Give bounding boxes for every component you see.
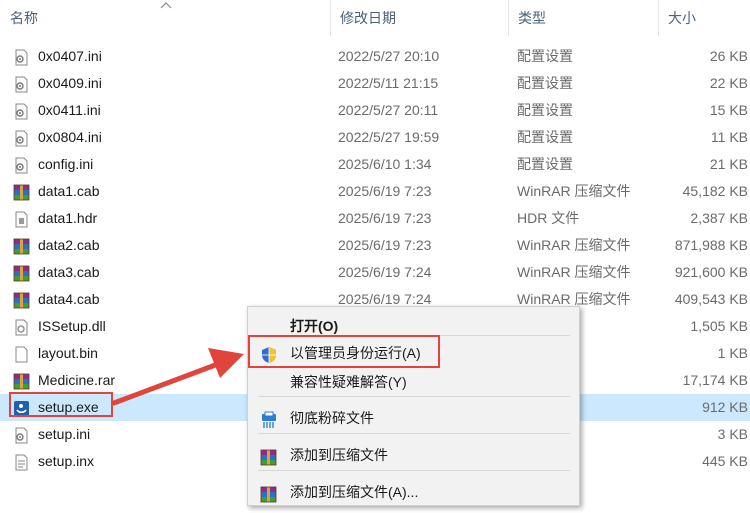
file-size: 17,174 KB <box>682 372 748 388</box>
file-row[interactable]: data3.cab 2025/6/19 7:24 WinRAR 压缩文件 921,60… <box>0 259 750 286</box>
winrar-archive-icon <box>13 372 30 390</box>
file-name: 0x0411.ini <box>38 102 101 118</box>
file-name: data1.hdr <box>38 210 98 226</box>
file-size: 1 KB <box>717 345 748 361</box>
file-name: layout.bin <box>38 345 98 361</box>
menu-item[interactable]: 兼容性疑难解答(Y) <box>248 367 579 397</box>
winrar-archive-icon <box>13 183 30 201</box>
column-header-type[interactable]: 类型 <box>508 0 658 36</box>
file-type: 配置设置 <box>517 48 573 64</box>
menu-item-label: 彻底粉碎文件 <box>290 410 374 426</box>
file-size: 21 KB <box>709 156 748 172</box>
config-file-icon <box>13 75 30 93</box>
file-name: 0x0409.ini <box>38 75 102 91</box>
menu-separator <box>258 470 570 471</box>
file-date: 2025/6/19 7:24 <box>338 264 432 280</box>
file-type: HDR 文件 <box>517 210 580 226</box>
file-size: 871,988 KB <box>674 237 748 253</box>
file-size: 26 KB <box>709 48 748 64</box>
file-size: 15 KB <box>709 102 748 118</box>
file-date: 2022/5/27 19:59 <box>338 129 440 145</box>
file-name: data4.cab <box>38 291 100 307</box>
file-type: 配置设置 <box>517 75 573 91</box>
file-type: WinRAR 压缩文件 <box>517 264 631 280</box>
generic-file-icon <box>13 210 30 228</box>
file-date: 2022/5/11 21:15 <box>338 75 439 91</box>
column-header-date[interactable]: 修改日期 <box>330 0 508 36</box>
file-row[interactable]: data2.cab 2025/6/19 7:23 WinRAR 压缩文件 871,98… <box>0 232 750 259</box>
column-header: 名称 修改日期 类型 大小 <box>0 0 750 36</box>
menu-item-label: 添加到压缩文件 <box>290 447 388 463</box>
winrar-archive-icon <box>260 446 278 466</box>
file-date: 2025/6/19 7:23 <box>338 237 432 253</box>
file-type: 配置设置 <box>517 156 573 172</box>
menu-item-label: 兼容性疑难解答(Y) <box>290 374 407 390</box>
config-file-icon <box>13 426 30 444</box>
file-name: 0x0804.ini <box>38 129 102 145</box>
winrar-archive-icon <box>13 264 30 282</box>
file-type: WinRAR 压缩文件 <box>517 183 631 199</box>
file-name: setup.ini <box>38 426 91 442</box>
file-name: data2.cab <box>38 237 100 253</box>
column-name-label: 名称 <box>10 10 38 26</box>
file-row[interactable]: data1.cab 2025/6/19 7:23 WinRAR 压缩文件 45,182… <box>0 178 750 205</box>
config-file-icon <box>13 156 30 174</box>
file-type: WinRAR 压缩文件 <box>517 237 631 253</box>
file-name: config.ini <box>38 156 94 172</box>
dll-file-icon <box>13 318 30 336</box>
file-size: 409,543 KB <box>674 291 748 307</box>
menu-item-label: 添加到压缩文件(A)... <box>290 484 419 500</box>
blank-file-icon <box>13 345 30 363</box>
file-date: 2022/5/27 20:11 <box>338 102 439 118</box>
file-name: 0x0407.ini <box>38 48 102 64</box>
file-row[interactable]: data1.hdr 2025/6/19 7:23 HDR 文件 2,387 KB <box>0 205 750 232</box>
file-size: 2,387 KB <box>690 210 748 226</box>
menu-item[interactable]: 彻底粉碎文件 <box>248 403 579 433</box>
file-name: data1.cab <box>38 183 100 199</box>
config-file-icon <box>13 102 30 120</box>
winrar-archive-icon <box>13 291 30 309</box>
file-row[interactable]: 0x0411.ini 2022/5/27 20:11 配置设置 15 KB <box>0 97 750 124</box>
file-name: Medicine.rar <box>38 372 116 388</box>
shredder-icon <box>260 409 278 428</box>
file-row[interactable]: config.ini 2025/6/10 1:34 配置设置 21 KB <box>0 151 750 178</box>
config-file-icon <box>13 129 30 147</box>
config-file-icon <box>13 48 30 66</box>
file-size: 3 KB <box>717 426 748 442</box>
file-row[interactable]: 0x0409.ini 2022/5/11 21:15 配置设置 22 KB <box>0 70 750 97</box>
file-type: 配置设置 <box>517 129 573 145</box>
file-row[interactable]: 0x0804.ini 2022/5/27 19:59 配置设置 11 KB <box>0 124 750 151</box>
file-size: 445 KB <box>702 453 748 469</box>
file-size: 22 KB <box>709 75 748 91</box>
file-row[interactable]: 0x0407.ini 2022/5/27 20:10 配置设置 26 KB <box>0 43 750 70</box>
file-name: data3.cab <box>38 264 100 280</box>
file-size: 912 KB <box>702 399 748 415</box>
column-type-label: 类型 <box>518 10 546 26</box>
file-date: 2025/6/19 7:23 <box>338 210 432 226</box>
file-size: 1,505 KB <box>690 318 748 334</box>
winrar-archive-icon <box>13 237 30 255</box>
menu-separator <box>258 433 570 434</box>
file-date: 2025/6/19 7:23 <box>338 183 432 199</box>
annotation-highlight-box <box>9 392 113 417</box>
file-size: 11 KB <box>710 129 748 145</box>
text-file-icon <box>13 453 30 471</box>
file-size: 921,600 KB <box>674 264 748 280</box>
file-type: 配置设置 <box>517 102 573 118</box>
file-size: 45,182 KB <box>682 183 748 199</box>
column-header-size[interactable]: 大小 <box>658 0 750 36</box>
menu-item[interactable]: 添加到压缩文件(A)... <box>248 477 579 507</box>
file-name: ISSetup.dll <box>38 318 106 334</box>
winrar-archive-icon <box>260 483 278 503</box>
file-date: 2025/6/10 1:34 <box>338 156 432 172</box>
column-size-label: 大小 <box>668 10 696 26</box>
menu-item[interactable]: 添加到压缩文件 <box>248 440 579 470</box>
file-date: 2022/5/27 20:10 <box>338 48 440 64</box>
column-date-label: 修改日期 <box>340 10 396 26</box>
sort-ascending-icon <box>160 2 172 9</box>
file-name: setup.inx <box>38 453 95 469</box>
annotation-highlight-box <box>248 335 440 368</box>
